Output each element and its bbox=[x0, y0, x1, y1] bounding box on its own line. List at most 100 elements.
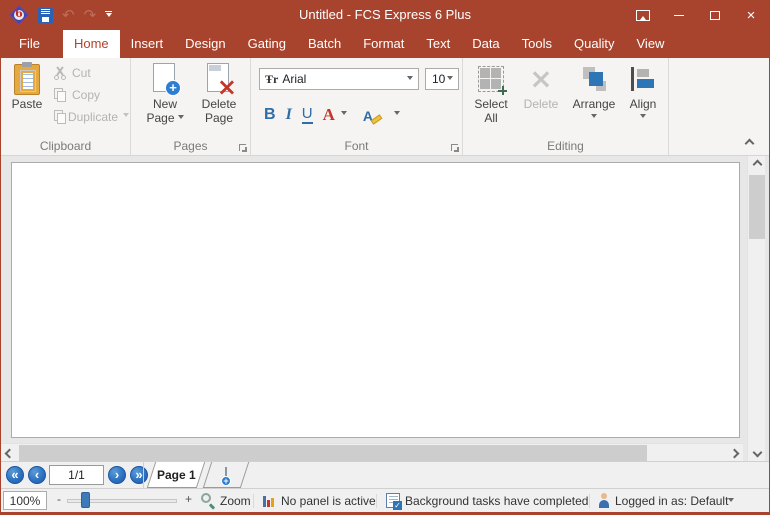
status-bar: 100% - + Zoom No panel is active ✓ Backg… bbox=[1, 488, 769, 515]
scroll-down-button[interactable] bbox=[748, 444, 766, 461]
document-page[interactable] bbox=[11, 162, 740, 438]
font-color-dropdown-icon bbox=[341, 111, 347, 118]
select-all-button[interactable]: Select All bbox=[469, 61, 513, 125]
zoom-slider-thumb[interactable] bbox=[81, 492, 90, 508]
tab-home[interactable]: Home bbox=[63, 30, 120, 58]
font-color-button[interactable]: A bbox=[318, 100, 340, 124]
paste-button[interactable]: Paste bbox=[5, 61, 49, 111]
scroll-right-button[interactable] bbox=[726, 444, 743, 462]
bold-button[interactable]: B bbox=[259, 100, 281, 124]
ribbon-display-options-icon bbox=[636, 10, 650, 21]
zoom-percent-box[interactable]: 100% bbox=[3, 491, 47, 510]
font-style-dropdown[interactable] bbox=[389, 100, 405, 124]
font-style-button[interactable]: A bbox=[358, 100, 389, 124]
truetype-icon: Ŧr bbox=[265, 72, 278, 87]
app-icon[interactable]: 6 bbox=[9, 5, 29, 25]
ribbon-display-options-button[interactable] bbox=[625, 0, 661, 30]
duplicate-icon bbox=[53, 110, 63, 124]
group-editing: Select All × Delete Arrange Align bbox=[463, 58, 669, 155]
font-size-value: 10 bbox=[432, 72, 445, 86]
collapse-ribbon-icon[interactable] bbox=[745, 139, 755, 149]
group-font: Ŧr Arial 10 B I U A A Font bbox=[251, 58, 463, 155]
background-tasks-text: Background tasks have completed bbox=[405, 494, 588, 508]
previous-page-button[interactable]: ‹ bbox=[28, 466, 46, 484]
pages-dialog-launcher-icon[interactable] bbox=[239, 144, 246, 151]
tab-tools[interactable]: Tools bbox=[511, 30, 563, 58]
italic-button[interactable]: I bbox=[281, 100, 297, 124]
background-tasks-icon: ✓ bbox=[386, 493, 400, 508]
zoom-label[interactable]: Zoom bbox=[220, 494, 251, 508]
first-page-button[interactable]: « bbox=[6, 466, 24, 484]
font-size-dropdown-icon bbox=[447, 76, 453, 83]
new-page-button[interactable]: + New Page bbox=[141, 61, 189, 125]
tab-format[interactable]: Format bbox=[352, 30, 415, 58]
clipboard-group-label: Clipboard bbox=[1, 139, 130, 153]
document-canvas bbox=[1, 156, 769, 461]
redo-icon[interactable]: ↷ bbox=[84, 8, 97, 23]
zoom-magnifier-icon[interactable] bbox=[201, 493, 216, 508]
ribbon: Paste Cut Copy Duplicate Clipboard bbox=[1, 58, 769, 156]
tab-text[interactable]: Text bbox=[415, 30, 461, 58]
new-page-icon: + bbox=[152, 63, 178, 95]
font-color-dropdown[interactable] bbox=[340, 100, 352, 124]
customize-quick-access-icon[interactable] bbox=[105, 11, 112, 20]
page-navigation-bar: « ‹ 1/1 › » Page 1 + bbox=[1, 461, 769, 488]
login-dropdown-icon[interactable] bbox=[728, 498, 734, 505]
chevron-left-icon bbox=[5, 448, 15, 458]
delete-button[interactable]: × Delete bbox=[519, 61, 563, 111]
vertical-scroll-thumb[interactable] bbox=[749, 175, 765, 239]
chevron-right-icon bbox=[730, 448, 740, 458]
copy-button[interactable]: Copy bbox=[53, 86, 129, 103]
scroll-left-button[interactable] bbox=[1, 444, 18, 462]
font-size-combo[interactable]: 10 bbox=[425, 68, 459, 90]
page-tab-page1[interactable]: Page 1 bbox=[147, 462, 205, 488]
arrange-button[interactable]: Arrange bbox=[567, 61, 621, 121]
minimize-button[interactable] bbox=[661, 0, 697, 30]
zoom-in-button[interactable]: + bbox=[185, 492, 192, 506]
font-family-combo[interactable]: Ŧr Arial bbox=[259, 68, 419, 90]
save-icon[interactable] bbox=[38, 8, 53, 23]
underline-button[interactable]: U bbox=[297, 100, 318, 124]
scroll-up-button[interactable] bbox=[748, 156, 766, 173]
ribbon-tab-row: File Home Insert Design Gating Batch For… bbox=[1, 30, 769, 58]
font-style-dropdown-icon bbox=[394, 111, 400, 118]
chevron-up-icon bbox=[752, 160, 762, 170]
maximize-button[interactable] bbox=[697, 0, 733, 30]
zoom-out-button[interactable]: - bbox=[57, 492, 61, 506]
user-icon bbox=[598, 493, 610, 508]
tab-file[interactable]: File bbox=[8, 30, 51, 58]
tab-data[interactable]: Data bbox=[461, 30, 510, 58]
tab-gating[interactable]: Gating bbox=[237, 30, 297, 58]
close-button[interactable]: × bbox=[733, 0, 769, 30]
chevron-down-icon bbox=[752, 448, 762, 458]
vertical-scrollbar[interactable] bbox=[747, 156, 765, 461]
align-button[interactable]: Align bbox=[621, 61, 665, 121]
align-icon bbox=[630, 67, 656, 91]
delete-page-button[interactable]: × Delete Page bbox=[195, 61, 243, 125]
new-page-tab-button[interactable]: + bbox=[203, 462, 249, 488]
login-status-text[interactable]: Logged in as: Default bbox=[615, 494, 728, 508]
page-indicator[interactable]: 1/1 bbox=[49, 465, 104, 485]
last-page-button[interactable]: » bbox=[130, 466, 148, 484]
tab-batch[interactable]: Batch bbox=[297, 30, 352, 58]
maximize-icon bbox=[710, 11, 720, 20]
tab-insert[interactable]: Insert bbox=[120, 30, 175, 58]
font-dialog-launcher-icon[interactable] bbox=[451, 144, 458, 151]
tab-view[interactable]: View bbox=[626, 30, 676, 58]
duplicate-button[interactable]: Duplicate bbox=[53, 108, 129, 125]
last-page-icon: » bbox=[135, 468, 142, 481]
tab-design[interactable]: Design bbox=[174, 30, 236, 58]
cut-button[interactable]: Cut bbox=[53, 64, 129, 81]
horizontal-scroll-thumb[interactable] bbox=[19, 445, 647, 461]
delete-page-icon: × bbox=[206, 63, 232, 95]
tab-quality[interactable]: Quality bbox=[563, 30, 625, 58]
copy-icon bbox=[53, 88, 67, 102]
align-dropdown-icon bbox=[640, 114, 646, 121]
horizontal-scrollbar[interactable] bbox=[1, 443, 743, 461]
next-page-button[interactable]: › bbox=[108, 466, 126, 484]
undo-icon[interactable]: ↶ bbox=[62, 8, 75, 23]
select-all-icon bbox=[478, 66, 504, 92]
duplicate-dropdown-icon bbox=[123, 113, 129, 120]
app-window: 6 ↶ ↷ Untitled - FCS Express 6 Plus × Fi… bbox=[0, 0, 770, 515]
cut-icon bbox=[53, 66, 67, 80]
